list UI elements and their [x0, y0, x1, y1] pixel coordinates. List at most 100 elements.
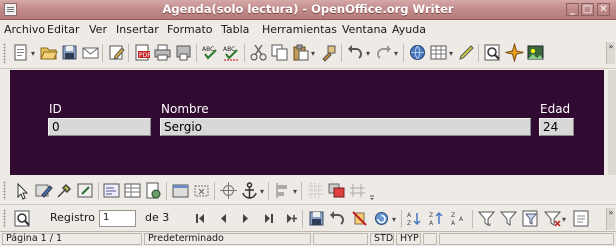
show-draw-functions-icon[interactable]: [457, 43, 476, 62]
toolbar-separator: [268, 182, 269, 200]
anchor-icon[interactable]: [240, 181, 259, 200]
position-size-icon[interactable]: [219, 181, 238, 200]
status-page[interactable]: Página 1 / 1: [2, 233, 142, 245]
apply-filter-icon[interactable]: [499, 209, 518, 228]
toolbar-overflow-button[interactable]: »: [606, 42, 615, 64]
close-button[interactable]: ✕: [597, 3, 610, 16]
data-to-text-icon[interactable]: [572, 209, 591, 228]
group-icon[interactable]: [348, 181, 367, 200]
redo-icon[interactable]: [374, 43, 393, 62]
toolbar-grip[interactable]: [3, 181, 6, 200]
delete-record-icon[interactable]: [350, 209, 369, 228]
svg-text:Z: Z: [451, 212, 455, 219]
menu-ventana[interactable]: Ventana: [342, 23, 387, 36]
copy-icon[interactable]: [270, 43, 289, 62]
refresh-icon[interactable]: [372, 209, 391, 228]
form-filter-icon[interactable]: [521, 209, 540, 228]
table-icon[interactable]: [429, 43, 448, 62]
svg-text:PDF: PDF: [139, 52, 151, 59]
form-navigator-icon[interactable]: [144, 181, 163, 200]
align-dropdown-icon[interactable]: ▾: [293, 187, 297, 196]
toolbar-grip[interactable]: [3, 209, 6, 228]
email-icon[interactable]: [81, 43, 100, 62]
refresh-dropdown-icon[interactable]: ▾: [392, 215, 396, 224]
add-field-icon[interactable]: [123, 181, 142, 200]
remove-filter-icon[interactable]: [543, 209, 562, 228]
previous-record-icon[interactable]: [214, 209, 233, 228]
sort-ascending-icon[interactable]: AZ: [406, 209, 425, 228]
toolbar-separator: [472, 210, 473, 228]
menu-tabla[interactable]: Tabla: [221, 23, 249, 36]
tab-order-icon[interactable]: [102, 181, 121, 200]
filter-dropdown-icon[interactable]: ▾: [562, 215, 566, 224]
form-design-mode-icon[interactable]: [34, 181, 53, 200]
status-language[interactable]: [313, 233, 368, 245]
redo-dropdown-icon[interactable]: ▾: [394, 49, 398, 58]
status-selection-mode[interactable]: HYP: [396, 233, 421, 245]
menu-insertar[interactable]: Insertar: [116, 23, 159, 36]
format-paintbrush-icon[interactable]: [319, 43, 338, 62]
grid-icon[interactable]: [306, 181, 325, 200]
toolbar-separator: [98, 182, 99, 200]
status-page-style[interactable]: Predeterminado: [144, 233, 311, 245]
autospellcheck-icon[interactable]: ABC: [222, 43, 241, 62]
open-design-mode-icon[interactable]: [171, 181, 190, 200]
find-replace-icon[interactable]: [483, 43, 502, 62]
toolbar-overflow-button[interactable]: »: [606, 208, 615, 230]
form-properties-icon[interactable]: [76, 181, 95, 200]
toolbar-separator: [102, 44, 103, 62]
status-insert-mode[interactable]: STD: [370, 233, 394, 245]
ungroup-icon[interactable]: [368, 181, 376, 200]
control-properties-icon[interactable]: [55, 181, 74, 200]
autofilter-icon[interactable]: ₓ: [477, 209, 496, 228]
menu-ver[interactable]: Ver: [89, 23, 107, 36]
new-document-icon[interactable]: [11, 43, 30, 62]
record-input[interactable]: 1: [99, 210, 136, 227]
navigator-icon[interactable]: [505, 42, 524, 63]
last-record-icon[interactable]: [258, 209, 277, 228]
print-preview-icon[interactable]: [174, 43, 193, 62]
cut-icon[interactable]: [249, 43, 268, 62]
menu-archivo[interactable]: Archivo: [4, 23, 45, 36]
paste-icon[interactable]: [291, 43, 310, 62]
save-record-icon[interactable]: [307, 209, 326, 228]
hyperlink-icon[interactable]: [408, 43, 427, 62]
find-record-icon[interactable]: [13, 209, 32, 228]
sort-descending-icon[interactable]: ZA: [428, 209, 447, 228]
anchor-dropdown-icon[interactable]: ▾: [260, 187, 264, 196]
menu-editar[interactable]: Editar: [47, 23, 80, 36]
table-dropdown-icon[interactable]: ▾: [449, 49, 453, 58]
edit-file-icon[interactable]: [107, 43, 126, 62]
spellcheck-icon[interactable]: ABC: [201, 43, 220, 62]
autocontrol-focus-icon[interactable]: [192, 181, 211, 200]
bring-front-icon[interactable]: [327, 181, 346, 200]
export-pdf-icon[interactable]: PDF: [133, 43, 152, 62]
name-field[interactable]: Sergio: [160, 118, 531, 136]
next-record-icon[interactable]: [236, 209, 255, 228]
save-icon[interactable]: [60, 43, 79, 62]
status-modified[interactable]: [423, 233, 437, 245]
sort-icon[interactable]: ZAA: [450, 209, 469, 228]
open-folder-icon[interactable]: [39, 43, 58, 62]
id-field[interactable]: 0: [48, 118, 151, 136]
align-icon[interactable]: [273, 181, 292, 200]
minimize-button[interactable]: _: [566, 3, 579, 16]
menu-formato[interactable]: Formato: [167, 23, 213, 36]
print-icon[interactable]: [153, 43, 172, 62]
menu-herramientas[interactable]: Herramientas: [262, 23, 337, 36]
menu-ayuda[interactable]: Ayuda: [392, 23, 426, 36]
new-dropdown-icon[interactable]: ▾: [31, 49, 35, 58]
undo-icon[interactable]: [346, 43, 365, 62]
paste-dropdown-icon[interactable]: ▾: [311, 49, 315, 58]
toolbar-grip[interactable]: [3, 43, 6, 63]
undo-dropdown-icon[interactable]: ▾: [366, 49, 370, 58]
new-record-icon[interactable]: [280, 209, 299, 228]
first-record-icon[interactable]: [192, 209, 211, 228]
age-field[interactable]: 24: [539, 118, 574, 136]
maximize-button[interactable]: □: [581, 3, 594, 16]
undo-record-icon[interactable]: [328, 209, 347, 228]
gallery-icon[interactable]: [526, 43, 545, 62]
toolbar-separator: [166, 182, 167, 200]
select-icon[interactable]: [13, 181, 32, 200]
vertical-scroll-area[interactable]: [608, 70, 616, 175]
